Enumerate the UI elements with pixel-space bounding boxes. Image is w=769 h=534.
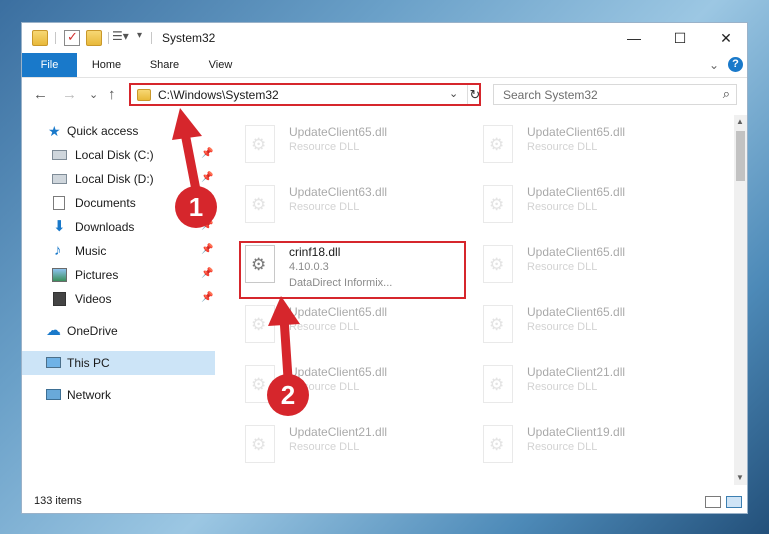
callout-2: 2 — [267, 374, 309, 416]
arrow-1 — [172, 108, 202, 195]
arrow-2 — [268, 296, 300, 383]
annotation-arrows — [172, 108, 300, 383]
callout-1: 1 — [175, 186, 217, 228]
